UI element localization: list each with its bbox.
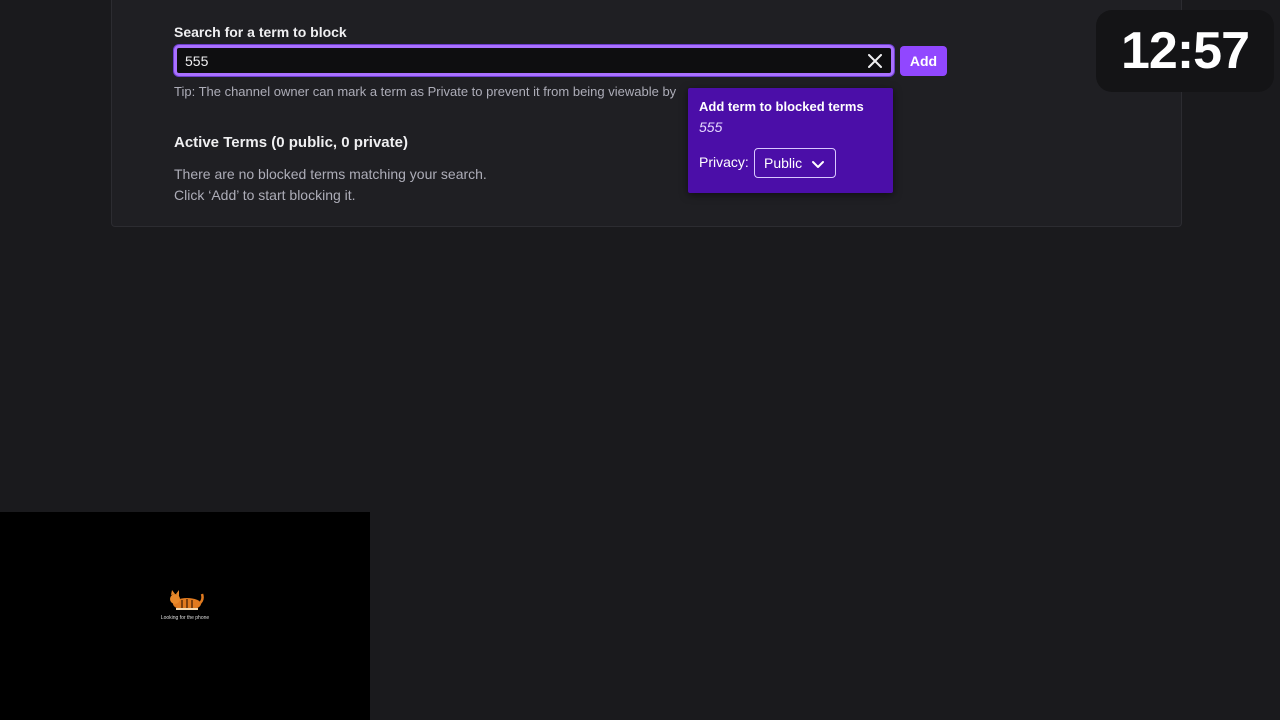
empty-state-line-2: Click ‘Add’ to start blocking it. [174,187,356,203]
active-terms-heading: Active Terms (0 public, 0 private) [174,134,408,151]
search-input[interactable] [177,48,891,73]
add-button[interactable]: Add [900,46,947,76]
chevron-down-icon [812,161,824,168]
cat-icon [170,590,204,610]
privacy-select[interactable]: Public [754,148,836,178]
webcam-overlay: Looking for the phone [0,512,370,720]
add-term-popover[interactable]: Add term to blocked terms 555 Privacy: P… [688,88,893,193]
privacy-select-value: Public [764,155,803,171]
blocked-terms-panel: Search for a term to block Add Tip: The … [111,0,1182,227]
close-icon [868,54,882,68]
webcam-caption: Looking for the phone [160,615,210,621]
clock-time: 12:57 [1121,22,1250,80]
add-term-value: 555 [699,119,723,135]
empty-state-line-1: There are no blocked terms matching your… [174,166,487,182]
clock-overlay: 12:57 [1096,10,1274,92]
add-term-popover-title[interactable]: Add term to blocked terms [699,99,864,114]
privacy-tip: Tip: The channel owner can mark a term a… [174,84,677,99]
privacy-label: Privacy: [699,154,749,170]
search-input-container[interactable] [174,45,894,76]
search-label: Search for a term to block [174,24,347,40]
clear-search-button[interactable] [865,51,885,71]
